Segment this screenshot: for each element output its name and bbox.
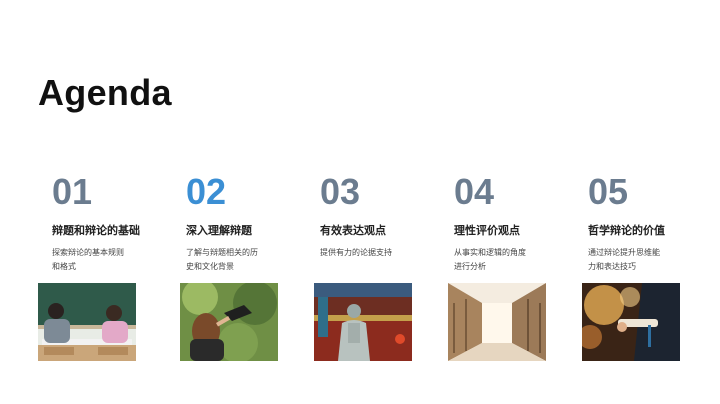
item-description: 通过辩论提升思维能 力和表达技巧: [588, 248, 660, 271]
item-heading: 辩题和辩论的基础: [52, 224, 140, 237]
item-heading: 深入理解辩题: [186, 224, 252, 237]
agenda-item-3: 03 有效表达观点 提供有力的论据支持: [306, 170, 406, 260]
item-heading: 哲学辩论的价值: [588, 224, 665, 237]
item-number: 05: [588, 171, 629, 212]
item-number: 03: [320, 171, 361, 212]
item-heading: 有效表达观点: [320, 224, 386, 237]
confucius-statue-photo: [314, 283, 412, 361]
item-description: 了解与辩题相关的历 史和文化背景: [186, 248, 258, 271]
item-description: 提供有力的论据支持: [320, 248, 392, 257]
item-number: 04: [454, 171, 495, 212]
agenda-item-1: 01 辩题和辩论的基础 探索辩论的基本规则 和格式: [38, 170, 140, 274]
graduate-cap-toss-photo: [180, 283, 278, 361]
item-number: 02: [186, 171, 227, 212]
graduate-diploma-photo: [582, 283, 680, 361]
classroom-students-photo: [38, 283, 136, 361]
item-description: 从事实和逻辑的角度 进行分析: [454, 248, 526, 271]
slide-title: Agenda: [38, 72, 172, 113]
item-heading: 理性评价观点: [454, 224, 520, 237]
item-description: 探索辩论的基本规则 和格式: [52, 248, 124, 271]
agenda-item-4: 04 理性评价观点 从事实和逻辑的角度 进行分析: [440, 170, 540, 274]
item-number: 01: [52, 171, 93, 212]
agenda-item-2: 02 深入理解辩题 了解与辩题相关的历 史和文化背景: [172, 170, 272, 274]
agenda-item-5: 05 哲学辩论的价值 通过辩论提升思维能 力和表达技巧: [574, 170, 674, 274]
library-corridor-photo: [448, 283, 546, 361]
